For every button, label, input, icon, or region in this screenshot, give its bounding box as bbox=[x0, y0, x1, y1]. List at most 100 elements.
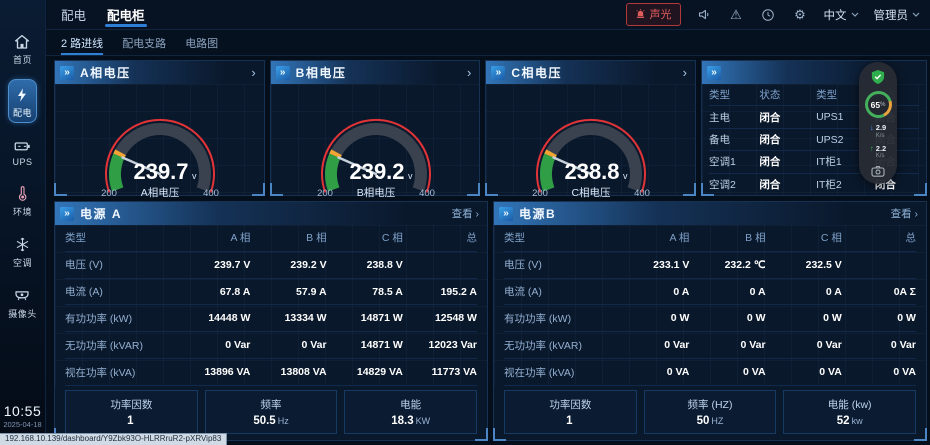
summary-label: 功率因数 bbox=[549, 397, 591, 412]
snowflake-icon bbox=[13, 235, 32, 254]
panel-power-a: 电源 A 查看 类型 A 相 B 相 C 相 总 bbox=[54, 201, 488, 441]
breaker-type: 空调1 bbox=[709, 154, 759, 169]
cell-a: 0 Var bbox=[172, 339, 250, 351]
thermometer-icon bbox=[13, 184, 32, 203]
cell-b: 0 A bbox=[689, 286, 765, 298]
cell-total: 0A Σ bbox=[842, 286, 916, 298]
up-arrow-icon: ↑ bbox=[870, 145, 874, 153]
gauge-min: 200 bbox=[101, 188, 117, 198]
cell-c: 0 A bbox=[766, 286, 842, 298]
user-dropdown[interactable]: 管理员 bbox=[874, 7, 921, 23]
table-row: 视在功率 (kVA) 13896 VA 13808 VA 14829 VA 11… bbox=[65, 359, 477, 386]
cell-c: 14871 W bbox=[327, 339, 403, 351]
shield-check-icon bbox=[870, 69, 886, 85]
summary-value: 18.3 bbox=[391, 415, 413, 427]
panel-header: A相电压 bbox=[55, 61, 264, 84]
topbar: 配电 配电柜 声光 ⚠ bbox=[46, 0, 930, 30]
home-icon bbox=[13, 32, 32, 51]
column-header: B 相 bbox=[250, 230, 326, 245]
table-row: 无功功率 (kVAR) 0 Var 0 Var 0 Var 0 Var bbox=[504, 332, 916, 359]
summary-label: 频率 bbox=[261, 397, 282, 412]
content: A相电压 239.7 v bbox=[46, 56, 930, 437]
table-row: 电压 (V) 233.1 V 232.2 ℃ 232.5 V bbox=[504, 252, 916, 279]
panel-expand-arrow[interactable] bbox=[251, 66, 255, 79]
panel-power-b: 电源B 查看 类型 A 相 B 相 C 相 总 bbox=[493, 201, 927, 441]
sidebar-item-ups[interactable]: UPS bbox=[12, 136, 32, 167]
view-link[interactable]: 查看 bbox=[891, 206, 918, 221]
panel-expand-arrow[interactable] bbox=[467, 66, 471, 79]
top-tabs: 配电 配电柜 bbox=[59, 0, 147, 29]
warning-icon[interactable]: ⚠ bbox=[728, 6, 745, 23]
summary-unit: KW bbox=[416, 416, 431, 426]
power-a-summary: 功率因数 1 频率 50.5Hz 电能 18.3KW bbox=[65, 390, 477, 434]
cell-a: 0 Var bbox=[611, 339, 689, 351]
row-label: 电压 (V) bbox=[65, 257, 172, 272]
row-label: 电压 (V) bbox=[504, 257, 611, 272]
cell-a: 239.7 V bbox=[172, 259, 250, 271]
voltage-gauge: 238.8 v 200 C相电压 400 bbox=[486, 86, 696, 198]
sidebar-item-ac[interactable]: 空调 bbox=[13, 235, 32, 269]
subtab-distribution-branch[interactable]: 配电支路 bbox=[122, 30, 166, 55]
cell-total: 0 W bbox=[842, 312, 916, 324]
cell-c: 238.8 V bbox=[327, 259, 403, 271]
double-chevron-icon bbox=[707, 66, 721, 80]
horn-icon[interactable] bbox=[696, 6, 713, 23]
summary-label: 频率 (HZ) bbox=[688, 397, 733, 412]
sidebar-item-environment[interactable]: 环境 bbox=[13, 184, 32, 218]
language-dropdown[interactable]: 中文 bbox=[824, 7, 859, 23]
user-label: 管理员 bbox=[874, 7, 909, 23]
sidebar-item-label: 配电 bbox=[13, 106, 32, 119]
summary-value: 52 bbox=[837, 415, 850, 427]
down-arrow-icon: ↓ bbox=[870, 124, 874, 132]
gear-icon[interactable]: ⚙ bbox=[792, 6, 809, 23]
power-b-summary: 功率因数 1 频率 (HZ) 50HZ 电能 (kw) 52kw bbox=[504, 390, 916, 434]
cell-b: 0 Var bbox=[250, 339, 326, 351]
panel-body: 238.8 v 200 C相电压 400 bbox=[486, 84, 695, 195]
double-chevron-icon bbox=[60, 207, 74, 221]
table-row: 无功功率 (kVAR) 0 Var 0 Var 14871 W 12023 Va… bbox=[65, 332, 477, 359]
cell-total: 12023 Var bbox=[403, 339, 477, 351]
panel-body: 239.7 v 200 A相电压 400 bbox=[55, 84, 264, 195]
row-label: 有功功率 (kW) bbox=[504, 311, 611, 326]
summary-value: 50 bbox=[697, 415, 710, 427]
cell-a: 0 W bbox=[611, 312, 689, 324]
breaker-state: 闭合 bbox=[759, 154, 816, 169]
tab-power[interactable]: 配电 bbox=[59, 0, 88, 29]
panel-phase-a-voltage: A相电压 239.7 v bbox=[54, 60, 265, 196]
subtab-circuit-diagram[interactable]: 电路图 bbox=[185, 30, 218, 55]
tab-power-cabinet[interactable]: 配电柜 bbox=[105, 0, 147, 29]
sidebar: 首页 配电 UPS 环境 bbox=[0, 0, 46, 437]
cell-total: 0 Var bbox=[842, 339, 916, 351]
cell-b: 13334 W bbox=[250, 312, 326, 324]
clock-time: 10:55 bbox=[3, 403, 41, 419]
gauge-value: 239.2 bbox=[349, 159, 404, 184]
gauge-label: A相电压 bbox=[141, 186, 180, 198]
browser-overlay-widget: 65% ↓ 2.9K/s ↑ 2.2K/s bbox=[859, 62, 897, 184]
summary-unit: kw bbox=[852, 416, 863, 426]
gauge-min: 200 bbox=[532, 188, 548, 198]
subtabs: 2 路进线 配电支路 电路图 bbox=[46, 30, 930, 56]
panel-header: C相电压 bbox=[486, 61, 695, 84]
chevron-down-icon bbox=[912, 12, 920, 17]
cell-a: 233.1 V bbox=[611, 259, 689, 271]
row-label: 视在功率 (kVA) bbox=[65, 365, 172, 380]
cell-b: 0 VA bbox=[689, 366, 765, 378]
panel-expand-arrow[interactable] bbox=[683, 66, 687, 79]
cell-total: 0 VA bbox=[842, 366, 916, 378]
clock-icon[interactable] bbox=[760, 6, 777, 23]
sidebar-item-camera[interactable]: 摄像头 bbox=[8, 286, 37, 320]
sidebar-item-home[interactable]: 首页 bbox=[13, 32, 32, 66]
view-link[interactable]: 查看 bbox=[452, 206, 479, 221]
cell-b: 57.9 A bbox=[250, 286, 326, 298]
gauge-label: C相电压 bbox=[572, 186, 612, 198]
sidebar-item-power[interactable]: 配电 bbox=[8, 79, 37, 123]
subtab-incoming-lines[interactable]: 2 路进线 bbox=[61, 30, 103, 55]
summary-label: 功率因数 bbox=[110, 397, 152, 412]
double-chevron-icon bbox=[60, 66, 74, 80]
power-b-table: 类型 A 相 B 相 C 相 总 电压 (V) 233.1 V 232.2 ℃ … bbox=[494, 225, 926, 386]
summary-frequency: 频率 (HZ) 50HZ bbox=[644, 390, 777, 434]
download-speed: ↓ 2.9K/s bbox=[870, 124, 886, 139]
sidebar-item-label: 空调 bbox=[13, 256, 32, 269]
sound-light-alarm-button[interactable]: 声光 bbox=[626, 3, 681, 26]
screenshot-camera-button[interactable] bbox=[871, 165, 885, 177]
